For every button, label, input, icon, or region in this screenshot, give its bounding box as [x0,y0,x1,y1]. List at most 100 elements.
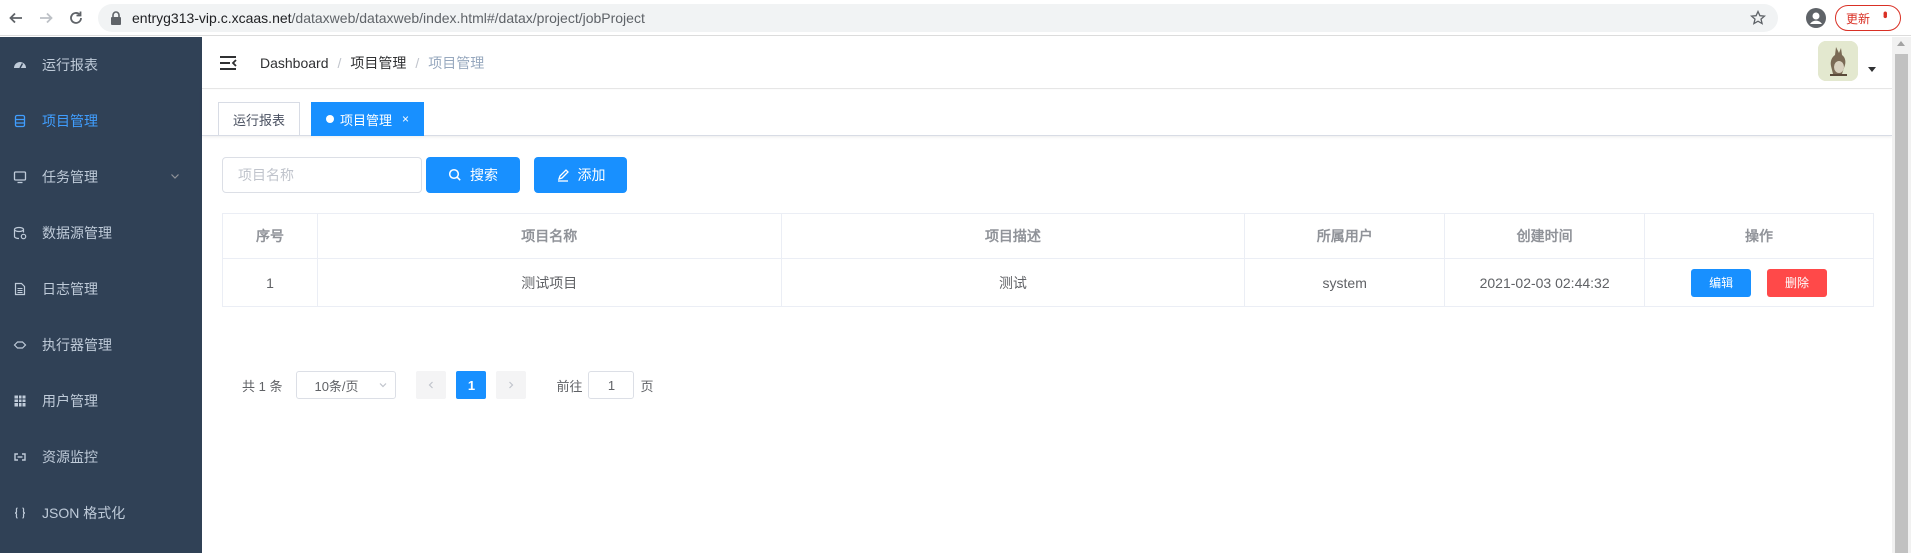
sidebar-item-executor[interactable]: 执行器管理 [0,317,202,373]
column-header: 序号 [222,213,318,259]
datasource-icon [12,225,28,241]
back-icon[interactable] [2,4,30,32]
chevron-down-icon [380,383,387,388]
cell-user: system [1244,258,1446,307]
address-bar[interactable]: entryg313-vip.c.xcaas.net/dataxweb/datax… [98,4,1778,32]
bookmark-star-icon[interactable] [1750,10,1766,26]
breadcrumb-project[interactable]: 项目管理 [350,53,406,73]
breadcrumb-separator: / [337,54,342,71]
database-icon [12,113,28,129]
column-header: 项目描述 [780,213,1246,259]
sidebar-item-label: 用户管理 [42,393,98,409]
chevron-right-icon [509,381,514,389]
sidebar-item-dashboard[interactable]: 运行报表 [0,37,202,93]
cell-created: 2021-02-03 02:44:32 [1444,258,1646,307]
delete-button[interactable]: 删除 [1766,268,1827,297]
tags-view: 运行报表 项目管理 × [202,90,1892,136]
project-table: 序号 项目名称 项目描述 所属用户 创建时间 操作 1 测试项目 测试 syst… [222,213,1874,307]
sidebar-item-label: 数据源管理 [42,225,112,241]
next-page-button[interactable] [496,371,527,399]
add-label: 添加 [577,167,606,183]
sidebar-item-label: JSON 格式化 [42,505,126,521]
browser-toolbar: entryg313-vip.c.xcaas.net/dataxweb/datax… [0,0,1911,36]
search-label: 搜索 [470,167,498,183]
sidebar-item-log[interactable]: 日志管理 [0,261,202,317]
document-icon [12,281,28,297]
cell-actions: 编辑 删除 [1644,258,1874,307]
column-header: 所属用户 [1244,213,1446,259]
cell-index: 1 [222,258,318,307]
reload-icon[interactable] [62,4,90,32]
braces-icon [12,505,28,521]
table-header-row: 序号 项目名称 项目描述 所属用户 创建时间 操作 [222,213,1874,259]
browser-update-button[interactable]: 更新 ••• [1835,5,1901,31]
forward-icon[interactable] [32,4,60,32]
page-number[interactable]: 1 [456,371,487,399]
chevron-left-icon [429,381,434,389]
tag-dashboard[interactable]: 运行报表 [218,102,301,136]
breadcrumb-separator: / [415,54,420,71]
sidebar-item-task[interactable]: 任务管理 [0,149,202,205]
tag-label: 运行报表 [233,112,286,128]
executor-icon [12,337,28,353]
pagination-total: 共 1 条 [242,378,283,394]
dashboard-icon [12,57,28,73]
sidebar-item-user[interactable]: 用户管理 [0,373,202,429]
sidebar-item-label: 运行报表 [42,57,98,73]
page-scrollbar[interactable] [1892,37,1911,553]
edit-icon [557,169,569,182]
sidebar-item-project[interactable]: 项目管理 [0,93,202,149]
tag-project[interactable]: 项目管理 × [311,102,425,136]
project-name-input[interactable] [222,157,422,193]
table-row: 1 测试项目 测试 system 2021-02-03 02:44:32 编辑 … [222,258,1874,307]
navbar: Dashboard / 项目管理 / 项目管理 [202,37,1892,89]
page-size-select[interactable]: 10条/页 [296,371,397,399]
hamburger-icon[interactable] [218,53,238,73]
sidebar-item-label: 资源监控 [42,449,98,465]
search-icon [448,168,461,181]
url-path: /dataxweb/dataxweb/index.html#/datax/pro… [291,10,645,26]
cell-name: 测试项目 [316,258,782,307]
table-icon [12,393,28,409]
monitor-link-icon [12,449,28,465]
update-label: 更新 [1846,11,1871,26]
column-header: 项目名称 [316,213,782,259]
sidebar-item-resource[interactable]: 资源监控 [0,429,202,485]
more-vert-icon: ••• [1878,11,1893,16]
page-size-value: 10条/页 [314,378,359,394]
avatar-image [1818,41,1858,81]
sidebar-item-datasource[interactable]: 数据源管理 [0,205,202,261]
edit-button[interactable]: 编辑 [1691,268,1752,297]
page-jumper: 前往 页 [556,371,654,399]
tag-close-icon[interactable]: × [402,112,409,126]
sidebar-item-label: 执行器管理 [42,337,112,353]
sidebar-item-label: 项目管理 [42,113,98,129]
pagination: 共 1 条 10条/页 1 前往 页 [242,370,654,400]
column-header: 创建时间 [1444,213,1646,259]
goto-prefix: 前往 [556,378,583,394]
breadcrumb: Dashboard / 项目管理 / 项目管理 [260,53,484,73]
goto-page-input[interactable] [588,371,635,399]
sidebar-item-label: 日志管理 [42,281,98,297]
sidebar: 运行报表 项目管理 任务管理 数据源管理 日志管理 执行器管理 用户管理 资源监… [0,37,202,553]
scroll-thumb[interactable] [1895,54,1908,553]
profile-icon[interactable] [1806,8,1826,28]
avatar[interactable] [1818,41,1858,81]
tag-label: 项目管理 [340,112,393,128]
breadcrumb-dashboard[interactable]: Dashboard [260,55,329,71]
lock-icon [111,11,121,25]
breadcrumb-current: 项目管理 [428,54,485,71]
url-text: entryg313-vip.c.xcaas.net/dataxweb/datax… [132,10,645,26]
chevron-down-icon [171,174,179,179]
column-header: 操作 [1644,213,1874,259]
sidebar-item-json[interactable]: JSON 格式化 [0,485,202,541]
search-button[interactable]: 搜索 [426,157,520,193]
monitor-icon [12,169,28,185]
active-dot-icon [326,115,334,123]
sidebar-item-label: 任务管理 [42,169,98,185]
goto-suffix: 页 [640,378,654,394]
prev-page-button[interactable] [416,371,447,399]
caret-down-icon[interactable] [1868,67,1876,72]
scroll-up-arrow-icon[interactable] [1897,41,1905,46]
add-button[interactable]: 添加 [534,157,627,193]
